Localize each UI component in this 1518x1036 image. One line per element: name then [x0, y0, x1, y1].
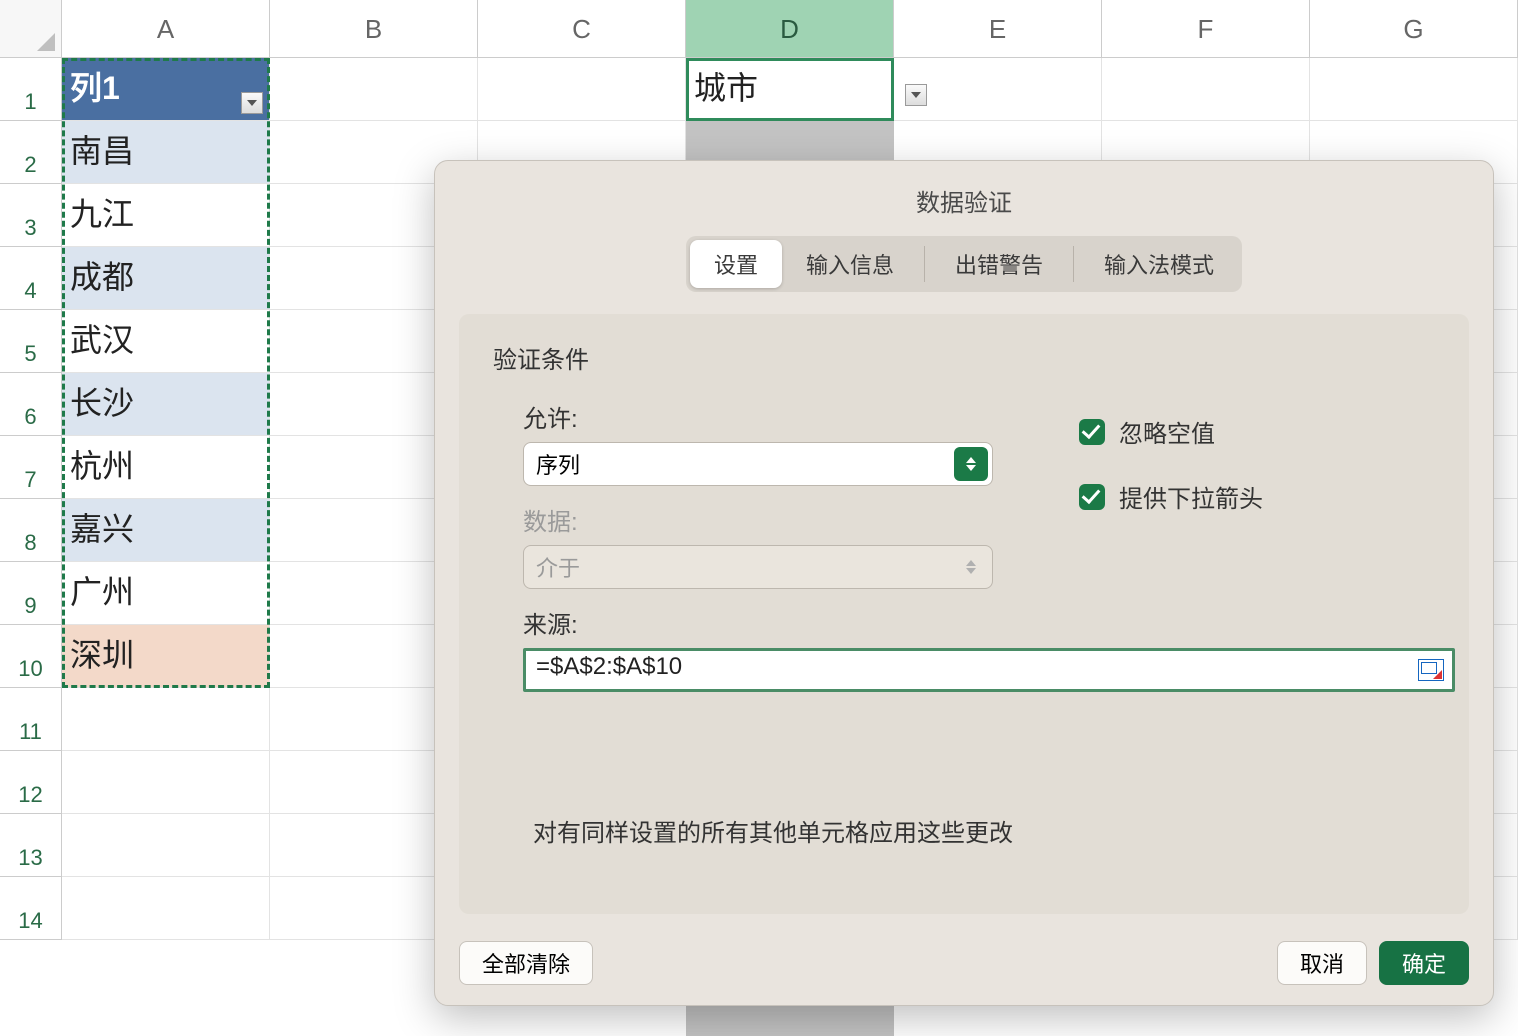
cell-f1[interactable] [1102, 58, 1310, 121]
row-header-4[interactable]: 4 [0, 247, 62, 310]
row-header-13[interactable]: 13 [0, 814, 62, 877]
cell-a13[interactable] [62, 814, 270, 877]
row-header-5[interactable]: 5 [0, 310, 62, 373]
cell-a11[interactable] [62, 688, 270, 751]
row-header-14[interactable]: 14 [0, 877, 62, 940]
column-header-a[interactable]: A [62, 0, 270, 58]
in-cell-dropdown-label: 提供下拉箭头 [1119, 479, 1263, 514]
cell-a6[interactable]: 长沙 [62, 373, 270, 436]
tab-ime-mode[interactable]: 输入法模式 [1080, 240, 1238, 288]
cell-a12[interactable] [62, 751, 270, 814]
tab-input-message[interactable]: 输入信息 [782, 240, 918, 288]
data-validation-dialog: 数据验证 设置 输入信息 出错警告 输入法模式 验证条件 允许: 序列 数据: … [434, 160, 1494, 1006]
allow-label: 允许: [523, 399, 1435, 434]
ignore-blank-label: 忽略空值 [1119, 414, 1215, 449]
dialog-tabs: 设置 输入信息 出错警告 输入法模式 [686, 236, 1242, 292]
range-picker-icon[interactable] [1418, 659, 1444, 681]
cell-a5[interactable]: 武汉 [62, 310, 270, 373]
cell-a4[interactable]: 成都 [62, 247, 270, 310]
cell-a14[interactable] [62, 877, 270, 940]
cell-a10[interactable]: 深圳 [62, 625, 270, 688]
d-column-shade-bottom [686, 1006, 894, 1036]
in-cell-dropdown-checkbox[interactable]: 提供下拉箭头 [1079, 479, 1263, 514]
filter-icon[interactable] [241, 92, 263, 114]
ok-button[interactable]: 确定 [1379, 941, 1469, 985]
cell-e1[interactable] [894, 58, 1102, 121]
updown-icon [954, 550, 988, 584]
tab-separator [924, 246, 925, 282]
row-header-1[interactable]: 1 [0, 58, 62, 121]
cell-d1-text: 城市 [694, 70, 758, 106]
column-header-row: A B C D E F G [0, 0, 1518, 58]
cell-g1[interactable] [1310, 58, 1518, 121]
cell-a1[interactable]: 列1 [62, 58, 270, 121]
allow-value: 序列 [536, 448, 580, 480]
updown-icon [954, 447, 988, 481]
tab-separator [1073, 246, 1074, 282]
column-header-d[interactable]: D [686, 0, 894, 58]
cell-a8[interactable]: 嘉兴 [62, 499, 270, 562]
row-header-2[interactable]: 2 [0, 121, 62, 184]
data-value: 介于 [536, 551, 580, 583]
ignore-blank-checkbox[interactable]: 忽略空值 [1079, 414, 1263, 449]
settings-panel: 验证条件 允许: 序列 数据: 介于 来源: =$A$2:$A$10 忽略空值 [459, 314, 1469, 914]
tab-error-alert[interactable]: 出错警告 [931, 240, 1067, 288]
row-header-12[interactable]: 12 [0, 751, 62, 814]
checkbox-checked-icon [1079, 484, 1105, 510]
cell-a7[interactable]: 杭州 [62, 436, 270, 499]
column-header-e[interactable]: E [894, 0, 1102, 58]
row-header-11[interactable]: 11 [0, 688, 62, 751]
row-header-8[interactable]: 8 [0, 499, 62, 562]
data-select: 介于 [523, 545, 993, 589]
apply-to-all-checkbox[interactable]: 对有同样设置的所有其他单元格应用这些更改 [519, 813, 1013, 848]
column-header-f[interactable]: F [1102, 0, 1310, 58]
data-label: 数据: [523, 502, 1435, 537]
cell-d1[interactable]: 城市 [686, 58, 894, 121]
source-value: =$A$2:$A$10 [536, 653, 682, 680]
dialog-title: 数据验证 [435, 161, 1493, 236]
column-header-g[interactable]: G [1310, 0, 1518, 58]
cell-a9[interactable]: 广州 [62, 562, 270, 625]
cell-b1[interactable] [270, 58, 478, 121]
clear-all-button[interactable]: 全部清除 [459, 941, 593, 985]
select-all-corner[interactable] [0, 0, 62, 58]
row-header-3[interactable]: 3 [0, 184, 62, 247]
cell-a3[interactable]: 九江 [62, 184, 270, 247]
cell-a2[interactable]: 南昌 [62, 121, 270, 184]
cancel-button[interactable]: 取消 [1277, 941, 1367, 985]
tab-settings[interactable]: 设置 [690, 240, 782, 288]
apply-to-all-label: 对有同样设置的所有其他单元格应用这些更改 [533, 813, 1013, 848]
cell-a1-text: 列1 [70, 70, 120, 106]
row-header-6[interactable]: 6 [0, 373, 62, 436]
row-header-10[interactable]: 10 [0, 625, 62, 688]
source-label: 来源: [523, 605, 1435, 640]
row-header-7[interactable]: 7 [0, 436, 62, 499]
allow-select[interactable]: 序列 [523, 442, 993, 486]
column-header-c[interactable]: C [478, 0, 686, 58]
checkbox-checked-icon [1079, 419, 1105, 445]
column-header-b[interactable]: B [270, 0, 478, 58]
dialog-button-row: 全部清除 取消 确定 [459, 941, 1469, 985]
source-input[interactable]: =$A$2:$A$10 [523, 648, 1455, 692]
validation-criteria-title: 验证条件 [493, 340, 1435, 375]
row-header-9[interactable]: 9 [0, 562, 62, 625]
cell-c1[interactable] [478, 58, 686, 121]
